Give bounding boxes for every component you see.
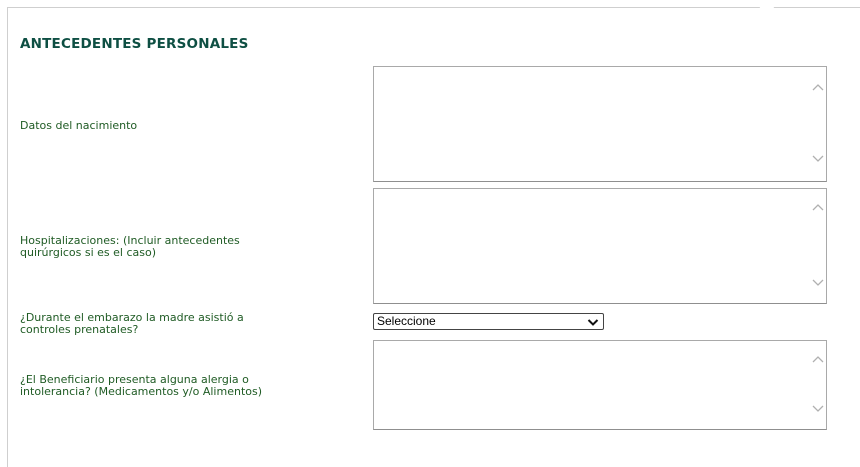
prenatal-label-line2: controles prenatales? [20, 323, 139, 336]
allergy-label-line2: intolerancia? (Medicamentos y/o Alimento… [20, 385, 263, 398]
chevron-down-icon[interactable] [810, 278, 826, 290]
chevron-up-icon[interactable] [810, 354, 826, 366]
section-title: ANTECEDENTES PERSONALES [20, 36, 249, 52]
prenatal-select-value: Seleccione [377, 314, 436, 328]
hospitalization-label: Hospitalizaciones: (Incluir antecedentes… [20, 235, 240, 259]
birth-data-textarea[interactable] [373, 66, 827, 182]
hospitalization-textarea[interactable] [373, 188, 827, 304]
prenatal-select[interactable]: Seleccione [373, 313, 604, 330]
hospitalization-label-line2: quirúrgicos si es el caso) [20, 246, 157, 259]
chevron-up-icon[interactable] [810, 202, 826, 214]
chevron-up-icon[interactable] [810, 82, 826, 94]
prenatal-label: ¿Durante el embarazo la madre asistió a … [20, 312, 244, 336]
chevron-down-icon [587, 317, 599, 330]
birth-label-text: Datos del nacimiento [20, 119, 138, 132]
chevron-down-icon[interactable] [810, 154, 826, 166]
chevron-down-icon[interactable] [810, 404, 826, 416]
birth-label: Datos del nacimiento [20, 120, 137, 132]
allergy-textarea[interactable] [373, 340, 827, 430]
allergy-label: ¿El Beneficiario presenta alguna alergia… [20, 374, 262, 398]
